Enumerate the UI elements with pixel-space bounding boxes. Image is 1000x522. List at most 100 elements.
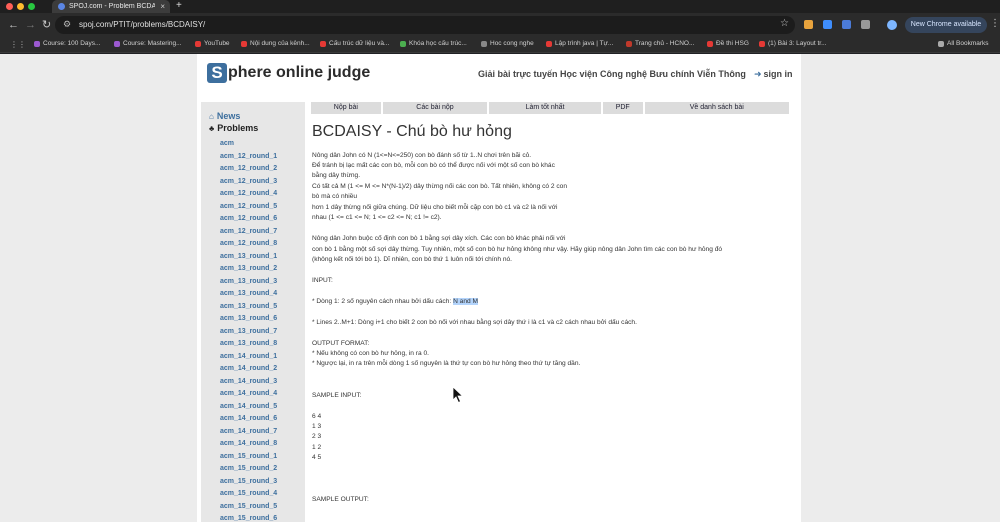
problem-set-link[interactable]: acm_15_round_2 bbox=[220, 463, 304, 476]
statement-line: * Lines 2..M+1: Dòng i+1 cho biết 2 con … bbox=[312, 319, 637, 326]
problem-set-link[interactable]: acm_12_round_7 bbox=[220, 226, 304, 239]
youtube-icon bbox=[759, 40, 765, 47]
problem-set-link[interactable]: acm_15_round_4 bbox=[220, 488, 304, 501]
close-tab-icon[interactable]: × bbox=[160, 2, 165, 11]
problem-set-link[interactable]: acm_13_round_6 bbox=[220, 313, 304, 326]
bookmark-item[interactable]: Trang chủ - HCNO... bbox=[626, 40, 694, 47]
tab-title: SPOJ.com - Problem BCDAISY bbox=[69, 3, 156, 10]
forward-arrow-icon[interactable]: → bbox=[25, 18, 36, 32]
bookmark-item[interactable]: Cấu trúc dữ liệu và... bbox=[320, 40, 389, 47]
problem-set-link[interactable]: acm_13_round_5 bbox=[220, 301, 304, 314]
back-arrow-icon[interactable]: ← bbox=[8, 18, 19, 32]
sample-input-line: 1 2 bbox=[312, 444, 322, 451]
problem-set-link[interactable]: acm_13_round_7 bbox=[220, 326, 304, 339]
submit-button[interactable]: Nộp bài bbox=[311, 102, 381, 114]
problem-set-list: acm acm_12_round_1 acm_12_round_2 acm_12_ro… bbox=[220, 138, 304, 522]
pen-extension-icon[interactable] bbox=[804, 20, 813, 29]
problem-set-link[interactable]: acm_13_round_1 bbox=[220, 251, 304, 264]
sign-in-icon: ➜ bbox=[754, 69, 762, 79]
back-to-list-button[interactable]: Về danh sách bài bbox=[644, 102, 790, 114]
profile-avatar[interactable] bbox=[887, 20, 897, 30]
problem-set-link[interactable]: acm_12_round_4 bbox=[220, 188, 304, 201]
problem-set-link[interactable]: acm_12_round_3 bbox=[220, 176, 304, 189]
browser-tab[interactable]: SPOJ.com - Problem BCDAISY × bbox=[52, 0, 170, 13]
problem-set-link[interactable]: acm_14_round_4 bbox=[220, 388, 304, 401]
puzzle-extensions-icon[interactable] bbox=[861, 20, 870, 29]
site-info-icon[interactable]: ⚙ bbox=[63, 19, 71, 30]
problem-title: BCDAISY - Chú bò hư hỏng bbox=[312, 123, 512, 140]
problem-set-link[interactable]: acm_15_round_1 bbox=[220, 451, 304, 464]
site-tagline: Giải bài trực tuyến Học viện Công nghệ B… bbox=[478, 69, 746, 79]
statement-line: * Ngược lại, in ra trên mỗi dòng 1 số ng… bbox=[312, 360, 581, 367]
site-icon bbox=[707, 40, 713, 47]
bookmark-item[interactable]: Đề thi HSG bbox=[707, 40, 749, 47]
problem-set-link[interactable]: acm_14_round_2 bbox=[220, 363, 304, 376]
maximize-window-button[interactable] bbox=[28, 3, 35, 10]
problem-set-link[interactable]: acm_12_round_5 bbox=[220, 201, 304, 214]
new-chrome-available-button[interactable]: New Chrome available bbox=[905, 17, 987, 33]
statement-line: Để tránh bị lạc mất các con bò, mỗi con … bbox=[312, 162, 555, 169]
statement-line: (không kết nối tới bò 1). Dĩ nhiên, con … bbox=[312, 256, 513, 263]
youtube-icon bbox=[320, 40, 326, 47]
problem-set-link[interactable]: acm_13_round_3 bbox=[220, 276, 304, 289]
new-tab-button[interactable]: + bbox=[176, 0, 182, 12]
url-text: spoj.com/PTIT/problems/BCDAISY/ bbox=[79, 20, 206, 29]
statement-line: con bò 1 bằng một số sợi dây thừng. Tuy … bbox=[312, 246, 723, 253]
input-heading: INPUT: bbox=[312, 277, 333, 284]
problem-set-link[interactable]: acm_12_round_8 bbox=[220, 238, 304, 251]
problem-set-link[interactable]: acm_14_round_7 bbox=[220, 426, 304, 439]
problem-set-link[interactable]: acm_14_round_5 bbox=[220, 401, 304, 414]
bookmark-item[interactable]: Lập trình java | Tự... bbox=[546, 40, 613, 47]
best-solutions-button[interactable]: Làm tốt nhất bbox=[489, 102, 601, 114]
site-icon bbox=[626, 40, 632, 47]
problem-set-link[interactable]: acm_14_round_3 bbox=[220, 376, 304, 389]
problem-set-link[interactable]: acm_12_round_6 bbox=[220, 213, 304, 226]
translate-extension-icon[interactable] bbox=[823, 20, 832, 29]
bookmark-item[interactable]: (1) Bài 3: Layout tr... bbox=[759, 40, 827, 47]
problem-set-link[interactable]: acm_13_round_4 bbox=[220, 288, 304, 301]
problem-set-link[interactable]: acm_13_round_2 bbox=[220, 263, 304, 276]
bookmark-item[interactable]: Hoc cong nghe bbox=[481, 40, 534, 47]
problem-set-link[interactable]: acm_12_round_1 bbox=[220, 151, 304, 164]
problem-set-link[interactable]: acm_15_round_5 bbox=[220, 501, 304, 514]
sign-in-link[interactable]: ➜ sign in bbox=[754, 69, 793, 80]
submissions-button[interactable]: Các bài nộp bbox=[382, 102, 488, 114]
problem-set-link[interactable]: acm_15_round_3 bbox=[220, 476, 304, 489]
minimize-window-button[interactable] bbox=[17, 3, 24, 10]
sidebar-problems-link[interactable]: ♣ Problems bbox=[209, 123, 258, 133]
close-window-button[interactable] bbox=[6, 3, 13, 10]
sample-input-line: 1 3 bbox=[312, 423, 322, 430]
pdf-button[interactable]: PDF bbox=[602, 102, 643, 114]
sidebar: ⌂ News ♣ Problems acm acm_12_round_1 acm_12_… bbox=[201, 102, 305, 522]
bookmark-item[interactable]: Khóa học cấu trúc... bbox=[400, 40, 467, 47]
bookmark-item[interactable]: Nội dung của kênh... bbox=[241, 40, 310, 47]
browser-tab-strip: SPOJ.com - Problem BCDAISY × + bbox=[0, 0, 1000, 13]
sidebar-news-link[interactable]: ⌂ News bbox=[209, 111, 240, 121]
reload-icon[interactable]: ↻ bbox=[42, 18, 51, 32]
browser-toolbar: ← → ↻ ⚙ spoj.com/PTIT/problems/BCDAISY/ … bbox=[0, 13, 1000, 37]
bookmark-item[interactable]: Course: 100 Days... bbox=[34, 40, 100, 47]
problem-set-link[interactable]: acm_14_round_8 bbox=[220, 438, 304, 451]
bookmark-item[interactable]: Course: Mastering... bbox=[114, 40, 182, 47]
site-logo[interactable]: S phere online judge bbox=[207, 63, 370, 83]
menu-kebab-icon[interactable]: ⋮ bbox=[990, 18, 1000, 29]
chrome-icon bbox=[400, 40, 406, 47]
youtube-icon bbox=[241, 40, 247, 47]
problem-set-link[interactable]: acm_14_round_1 bbox=[220, 351, 304, 364]
apps-grid-icon[interactable]: ⋮⋮ bbox=[10, 40, 26, 49]
youtube-icon bbox=[195, 40, 201, 47]
output-heading: OUTPUT FORMAT: bbox=[312, 340, 370, 347]
problem-set-link[interactable]: acm_13_round_8 bbox=[220, 338, 304, 351]
selected-text: N and M bbox=[453, 298, 478, 305]
problem-set-link[interactable]: acm_15_round_6 bbox=[220, 513, 304, 522]
problem-set-link[interactable]: acm_12_round_2 bbox=[220, 163, 304, 176]
ext-extension-icon[interactable] bbox=[842, 20, 851, 29]
web-page: S phere online judge Giải bài trực tuyến… bbox=[0, 54, 1000, 522]
bookmark-item[interactable]: YouTube bbox=[195, 40, 230, 47]
sample-input-heading: SAMPLE INPUT: bbox=[312, 392, 362, 399]
problem-set-link[interactable]: acm_14_round_6 bbox=[220, 413, 304, 426]
problem-set-link[interactable]: acm bbox=[220, 138, 304, 151]
all-bookmarks[interactable]: All Bookmarks bbox=[938, 40, 989, 47]
address-bar[interactable]: ⚙ spoj.com/PTIT/problems/BCDAISY/ ☆ bbox=[55, 16, 795, 34]
bookmark-star-icon[interactable]: ☆ bbox=[780, 18, 789, 29]
